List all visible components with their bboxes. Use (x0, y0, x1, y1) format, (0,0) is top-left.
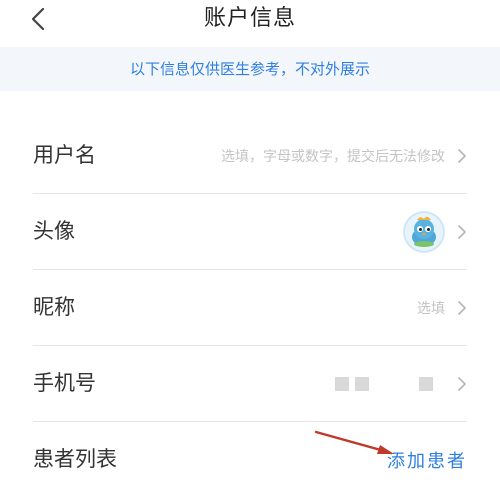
phone-right (329, 346, 467, 421)
chevron-right-icon (457, 300, 467, 316)
phone-label: 手机号 (33, 371, 96, 395)
header: 账户信息 (0, 0, 500, 42)
masked-phone-number (329, 376, 433, 391)
patient-list-label: 患者列表 (33, 447, 117, 471)
chevron-right-icon (457, 376, 467, 392)
username-row[interactable]: 用户名 选填，字母或数字，提交后无法修改 (33, 118, 467, 194)
patient-list-row[interactable]: 患者列表 添加患者 (33, 422, 467, 497)
add-patient-link[interactable]: 添加患者 (387, 447, 467, 473)
chevron-right-icon (457, 224, 467, 240)
avatar-right (403, 194, 467, 269)
account-settings-list: 用户名 选填，字母或数字，提交后无法修改 头像 昵称 选填 手机号 患者列表 添… (0, 118, 500, 497)
account-info-page: 账户信息 以下信息仅供医生参考，不对外展示 用户名 选填，字母或数字，提交后无法… (0, 0, 500, 500)
phone-row[interactable]: 手机号 (33, 346, 467, 422)
nickname-placeholder: 选填 (417, 300, 445, 317)
nickname-right: 选填 (417, 270, 467, 345)
nickname-label: 昵称 (33, 295, 75, 319)
nickname-row[interactable]: 昵称 选填 (33, 270, 467, 346)
avatar-row[interactable]: 头像 (33, 194, 467, 270)
avatar-label: 头像 (33, 219, 75, 243)
username-placeholder: 选填，字母或数字，提交后无法修改 (221, 148, 445, 165)
bird-avatar-icon (403, 210, 445, 253)
avatar[interactable] (403, 210, 445, 253)
username-right: 选填，字母或数字，提交后无法修改 (221, 118, 467, 193)
privacy-notice-banner: 以下信息仅供医生参考，不对外展示 (0, 47, 500, 91)
chevron-right-icon (457, 148, 467, 164)
username-label: 用户名 (33, 143, 96, 167)
patient-list-right: 添加患者 (387, 422, 467, 497)
page-title: 账户信息 (203, 6, 296, 31)
